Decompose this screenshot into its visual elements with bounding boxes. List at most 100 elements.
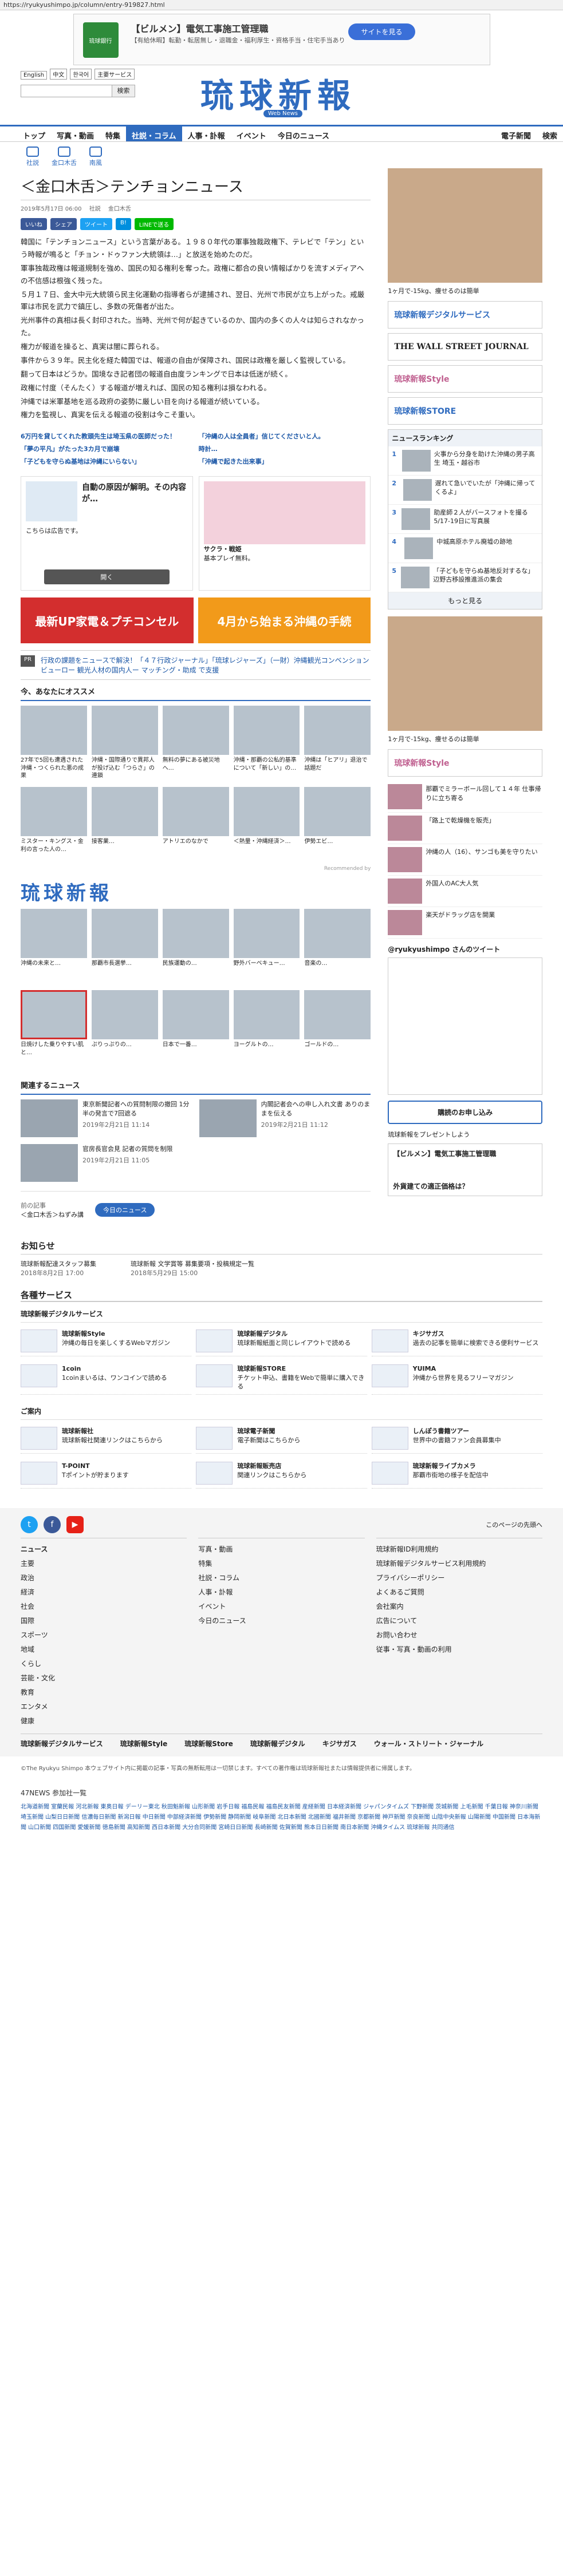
related-link[interactable]: 「夢の平凡」がたった3カ月で崩壊 <box>21 444 193 453</box>
footer-link[interactable]: エンタメ <box>21 1699 187 1714</box>
guide-item[interactable]: 琉球電子新聞 電子新聞はこちらから <box>196 1423 367 1454</box>
ryukyu-card[interactable]: ぷりっぷりの… <box>91 990 158 1067</box>
subnav-editorial[interactable]: 社説 <box>26 147 39 167</box>
nav-today[interactable]: 今日のニュース <box>272 126 335 141</box>
footer-link[interactable]: プライバシーポリシー <box>376 1570 542 1585</box>
footer-link[interactable]: スポーツ <box>21 1628 187 1642</box>
subscribe-button[interactable]: 購読のお申し込み <box>388 1101 542 1124</box>
style-header[interactable]: 琉球新報Style <box>388 749 542 777</box>
footer-link[interactable]: イベント <box>198 1599 364 1613</box>
related-link[interactable]: 「沖縄で起きた出来事」 <box>199 457 371 466</box>
promo-banner[interactable]: 4月から始まる沖縄の手続 <box>198 597 371 644</box>
footer-link[interactable]: 写真・動画 <box>198 1542 364 1556</box>
service-item[interactable]: キジサガス 過去の記事を簡単に検索できる便利サービス <box>371 1326 542 1357</box>
47news-list[interactable]: 北海道新聞 室蘭民報 河北新報 東奥日報 デーリー東北 秋田魁新報 山形新聞 岩… <box>21 1802 542 1833</box>
ryukyu-card[interactable]: ゴールドの… <box>304 990 371 1067</box>
guide-item[interactable]: しんぽう書籍ツアー 世界中の書籍ファン会員募集中 <box>371 1423 542 1454</box>
search-button[interactable]: 検索 <box>112 85 135 97</box>
related-news-item[interactable]: 内閣記者会への申し入れ文書 ありのままを伝える 2019年2月21日 11:12 <box>199 1099 371 1138</box>
footer-link[interactable]: 社会 <box>21 1599 187 1613</box>
tweet-button[interactable]: ツイート <box>80 218 112 230</box>
footer-link[interactable]: 今日のニュース <box>198 1613 364 1628</box>
related-link[interactable]: 「子どもを守らぬ基地は沖縄にいらない」 <box>21 457 193 466</box>
nav-photo-video[interactable]: 写真・動画 <box>51 126 100 141</box>
ryukyu-card[interactable]: 音楽の… <box>304 909 371 986</box>
back-to-top-link[interactable]: このページの先頭へ <box>486 1520 542 1529</box>
footer-link[interactable]: 広告について <box>376 1613 542 1628</box>
style-item[interactable]: 「路上で乾燥機を販売」 <box>388 813 542 844</box>
style-item[interactable]: 沖縄の人（16）、サンゴも美を守りたい <box>388 844 542 876</box>
related-news-item[interactable]: 官房長官会見 記者の質問を制限 2019年2月21日 11:05 <box>21 1144 192 1182</box>
wsj-banner[interactable]: THE WALL STREET JOURNAL <box>388 333 542 361</box>
nav-e-paper[interactable]: 電子新聞 <box>495 126 537 141</box>
facebook-like-button[interactable]: いいね <box>21 218 47 230</box>
nav-personnel[interactable]: 人事・訃報 <box>182 126 231 141</box>
guide-item[interactable]: 琉球新報販売店 関連リンクはこちらから <box>196 1458 367 1489</box>
line-button[interactable]: LINEで送る <box>134 218 174 230</box>
sidebar-ad-image-2[interactable] <box>388 616 542 731</box>
guide-item[interactable]: 琉球新報ライブカメラ 那覇市街地の様子を配信中 <box>371 1458 542 1489</box>
recommend-card[interactable]: 沖縄・国際通りで異邦人が投げ込む「つらさ」の連鎖 <box>91 706 158 782</box>
ryukyu-card[interactable]: 野外バーベキュー… <box>233 909 300 986</box>
footer-link[interactable]: くらし <box>21 1656 187 1671</box>
footer-link[interactable]: ウォール・ストリート・ジャーナル <box>374 1739 483 1748</box>
footer-link[interactable]: 琉球新報Store <box>184 1739 233 1748</box>
subnav-haebaru[interactable]: 南風 <box>89 147 102 167</box>
recommend-card[interactable]: 伊勢エビ… <box>304 787 371 864</box>
style-item[interactable]: 外国人のAC大人気 <box>388 876 542 907</box>
footer-link[interactable]: 会社案内 <box>376 1599 542 1613</box>
related-link[interactable]: 時計… <box>199 444 371 453</box>
lang-chinese[interactable]: 中文 <box>50 69 68 80</box>
footer-link[interactable]: 琉球新報デジタルサービス <box>21 1739 103 1748</box>
nav-top[interactable]: トップ <box>17 126 51 141</box>
nav-search[interactable]: 検索 <box>537 126 563 141</box>
store-banner[interactable]: 琉球新報STORE <box>388 397 542 425</box>
lang-korean[interactable]: 한국어 <box>70 69 92 80</box>
facebook-icon[interactable]: f <box>44 1516 61 1534</box>
footer-link[interactable]: 芸能・文化 <box>21 1671 187 1685</box>
sidebar-text-ad[interactable]: 【ビルメン】電気工事施工管理職 外貨建ての適正価格は？ <box>388 1143 542 1196</box>
style-item[interactable]: 楽天がドラッグ店を開業 <box>388 907 542 939</box>
footer-link[interactable]: 琉球新報Style <box>120 1739 167 1748</box>
service-item[interactable]: 琉球新報デジタル 琉球新報紙面と同じレイアウトで読める <box>196 1326 367 1357</box>
sidebar-ad-caption-2[interactable]: 1ヶ月で-15kg、痩せるのは簡単 <box>388 734 542 743</box>
nav-special[interactable]: 特集 <box>100 126 126 141</box>
ryukyu-card[interactable]: 那覇市長選挙… <box>91 909 158 986</box>
recommend-card[interactable]: 無料の夢にある被災地へ… <box>162 706 229 782</box>
footer-link[interactable]: お問い合わせ <box>376 1628 542 1642</box>
footer-link[interactable]: キジサガス <box>322 1739 357 1748</box>
related-link[interactable]: 6万円を貸してくれた教頭先生は埼玉県の医師だった！ <box>21 432 193 441</box>
ryukyu-card[interactable]: 民族運動の… <box>162 909 229 986</box>
notice-item[interactable]: 琉球新報配達スタッフ募集 2018年8月2日 17:00 <box>21 1259 96 1277</box>
footer-link[interactable]: 琉球新報ID利用規約 <box>376 1542 542 1556</box>
footer-link[interactable]: 社説・コラム <box>198 1570 364 1585</box>
related-link[interactable]: 「沖縄の人は全員者」信じてくださいと人。 <box>199 432 371 441</box>
footer-link[interactable]: ニュース <box>21 1542 187 1556</box>
footer-link[interactable]: 主要 <box>21 1556 187 1570</box>
footer-link[interactable]: 地域 <box>21 1642 187 1656</box>
service-item[interactable]: 1coin 1coinまいるは、ワンコインで読める <box>21 1361 192 1395</box>
footer-link[interactable]: 琉球新報デジタルサービス利用規約 <box>376 1556 542 1570</box>
footer-link[interactable]: 教育 <box>21 1685 187 1699</box>
notice-item[interactable]: 琉球新報 文学賞等 募集要項・投稿規定一覧 2018年5月29日 15:00 <box>131 1259 254 1277</box>
facebook-share-button[interactable]: シェア <box>50 218 77 230</box>
pr-link[interactable]: 行政の課題をニュースで解決！「４７行政ジャーナル」「琉球レジャーズ」（一財）沖縄… <box>41 655 371 675</box>
present-link[interactable]: 琉球新報をプレゼントしよう <box>388 1130 542 1139</box>
footer-link[interactable]: 健康 <box>21 1714 187 1728</box>
search-input[interactable] <box>21 85 112 97</box>
digital-service-banner[interactable]: 琉球新報デジタルサービス <box>388 301 542 329</box>
url-bar[interactable]: https://ryukyushimpo.jp/column/entry-919… <box>0 0 563 10</box>
ranking-item[interactable]: 4 中城高原ホテル廃墟の跡地 <box>388 534 542 563</box>
ryukyu-card[interactable]: 沖縄の未来と… <box>21 909 87 986</box>
ranking-item[interactable]: 3 助産師２人がバースフォトを撮る 5/17-19日に写真展 <box>388 505 542 534</box>
footer-link[interactable]: 人事・訃報 <box>198 1585 364 1599</box>
related-news-item[interactable]: 東京新聞記者への質問制限の撤回 1分半の発言で7回遮る 2019年2月21日 11… <box>21 1099 192 1138</box>
recommend-card[interactable]: アトリエのなかで <box>162 787 229 864</box>
service-menu[interactable]: 主要サービス <box>95 69 135 80</box>
twitter-icon[interactable]: t <box>21 1516 38 1534</box>
service-item[interactable]: 琉球新報STORE チケット申込、書籍をWebで簡単に購入できる <box>196 1361 367 1395</box>
youtube-icon[interactable]: ▶ <box>66 1516 84 1534</box>
guide-item[interactable]: T-POINT Tポイントが貯まります <box>21 1458 192 1489</box>
ranking-item[interactable]: 5 「子どもを守らぬ基地反対するな」辺野古移設推進派の集会 <box>388 563 542 592</box>
recommend-card[interactable]: 沖縄は「ヒアリ」退治で話題だ <box>304 706 371 782</box>
